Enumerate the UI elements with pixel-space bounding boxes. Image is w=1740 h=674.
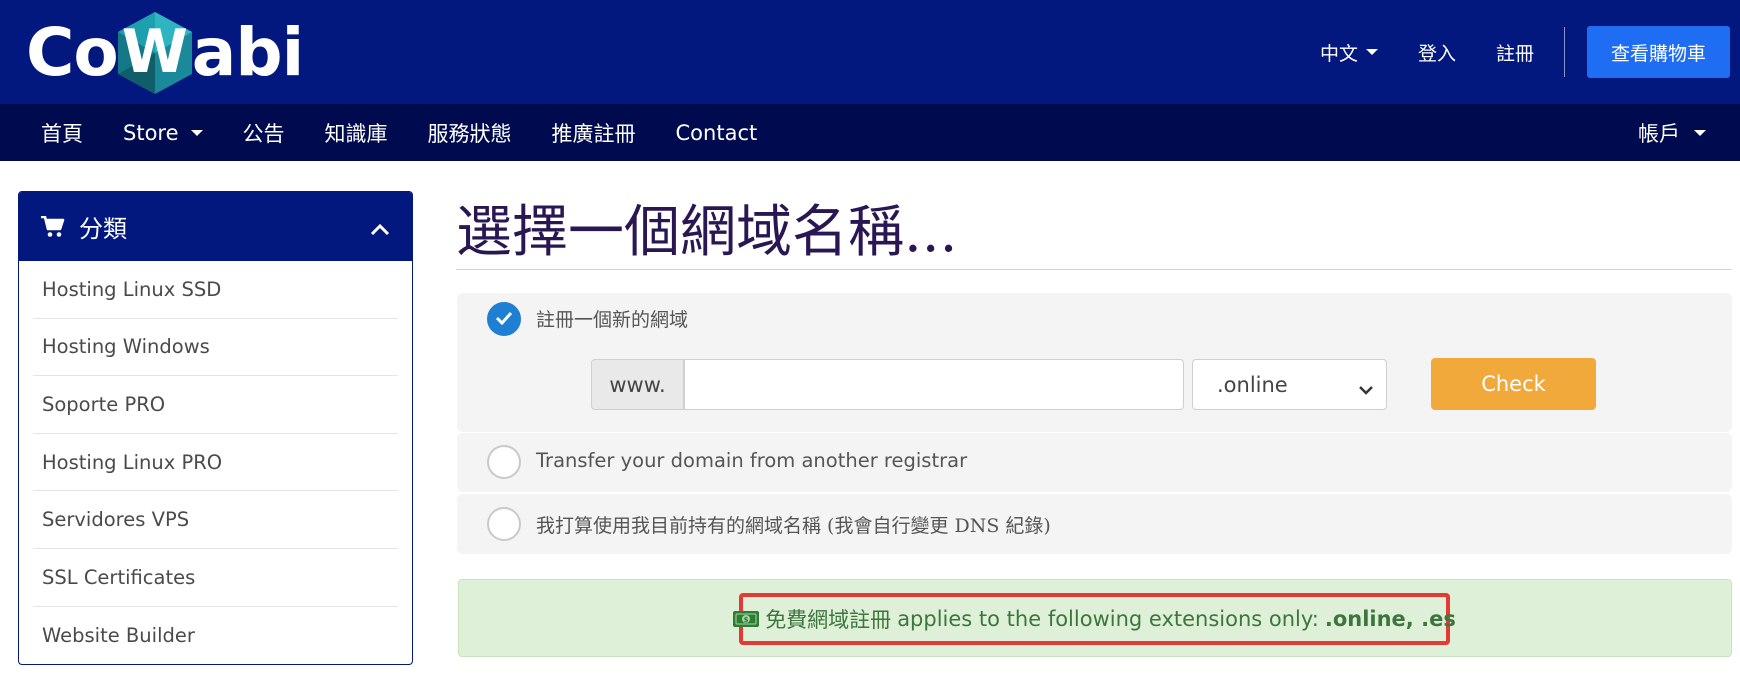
main-nav: 首頁 Store 公告 知識庫 服務狀態 推廣註冊 Contact 帳戶 xyxy=(0,104,1740,161)
title-divider xyxy=(456,269,1732,270)
sidebar-item-hosting-linux-pro[interactable]: Hosting Linux PRO xyxy=(33,434,398,492)
chevron-down-icon xyxy=(190,129,203,136)
sidebar-title: 分類 xyxy=(79,215,127,243)
nav-item-knowledgebase[interactable]: 知識庫 xyxy=(325,118,388,148)
sidebar-item-hosting-windows[interactable]: Hosting Windows xyxy=(33,319,398,377)
free-domain-promo: $ 免費網域註冊 applies to the following extens… xyxy=(458,579,1732,657)
logo-text-mid: W xyxy=(121,17,188,87)
tld-select[interactable]: .online xyxy=(1192,359,1387,410)
sidebar-item-soporte-pro[interactable]: Soporte PRO xyxy=(33,376,398,434)
register-option-label: 註冊一個新的網域 xyxy=(536,309,689,331)
own-domain-radio[interactable] xyxy=(487,507,521,541)
money-icon: $ xyxy=(733,611,760,627)
categories-sidebar: 分類 Hosting Linux SSD Hosting Windows Sop… xyxy=(18,191,413,665)
promo-free-label: 免費網域註冊 xyxy=(765,608,892,632)
account-dropdown[interactable]: 帳戶 xyxy=(1638,104,1706,161)
sidebar-item-ssl-certificates[interactable]: SSL Certificates xyxy=(33,549,398,607)
view-cart-button[interactable]: 查看購物車 xyxy=(1586,26,1730,78)
transfer-domain-option[interactable]: Transfer your domain from another regist… xyxy=(457,433,1732,492)
promo-extensions: .online, .es xyxy=(1324,607,1456,631)
logo[interactable]: Co W abi xyxy=(26,12,304,94)
logo-text-left: Co xyxy=(26,14,119,91)
register-link[interactable]: 註冊 xyxy=(1496,39,1534,66)
site-header: Co W abi 中文 登入 註冊 查看購物車 xyxy=(0,0,1740,104)
chevron-down-icon xyxy=(1358,377,1374,401)
language-dropdown[interactable]: 中文 xyxy=(1320,39,1378,66)
www-prefix: www. xyxy=(591,359,684,410)
sidebar-item-hosting-linux-ssd[interactable]: Hosting Linux SSD xyxy=(33,261,398,319)
transfer-radio[interactable] xyxy=(487,445,521,479)
chevron-down-icon xyxy=(1694,129,1706,136)
logo-hexagon-icon: W xyxy=(116,10,194,96)
nav-item-status[interactable]: 服務狀態 xyxy=(428,118,512,148)
own-domain-option-label: 我打算使用我目前持有的網域名稱 (我會自行變更 DNS 紀錄) xyxy=(536,515,1051,537)
chevron-up-icon[interactable] xyxy=(370,214,390,242)
promo-highlight: $ 免費網域註冊 applies to the following extens… xyxy=(733,593,1456,645)
register-domain-option: 註冊一個新的網域 www. .online Check xyxy=(457,293,1732,432)
domain-input[interactable] xyxy=(684,359,1184,410)
nav-item-store-label: Store xyxy=(123,120,179,145)
promo-text: applies to the following extensions only… xyxy=(897,607,1319,631)
register-radio[interactable] xyxy=(487,302,521,336)
page-title: 選擇一個網域名稱... xyxy=(456,200,958,265)
header-divider xyxy=(1563,27,1565,77)
sidebar-header[interactable]: 分類 xyxy=(19,192,412,261)
cart-icon xyxy=(41,215,65,238)
logo-text-right: abi xyxy=(191,14,304,91)
nav-item-contact[interactable]: Contact xyxy=(676,121,758,145)
chevron-down-icon xyxy=(1365,49,1378,55)
svg-text:$: $ xyxy=(744,616,749,624)
nav-item-affiliates[interactable]: 推廣註冊 xyxy=(552,118,636,148)
login-link[interactable]: 登入 xyxy=(1418,39,1456,66)
sidebar-item-website-builder[interactable]: Website Builder xyxy=(33,607,398,664)
check-button[interactable]: Check xyxy=(1431,358,1596,410)
account-label: 帳戶 xyxy=(1638,121,1680,146)
nav-item-announcements[interactable]: 公告 xyxy=(243,118,285,148)
language-label: 中文 xyxy=(1319,42,1358,65)
tld-selected-value: .online xyxy=(1217,372,1288,397)
nav-item-store[interactable]: Store xyxy=(123,121,203,145)
check-icon xyxy=(495,310,513,329)
own-domain-option[interactable]: 我打算使用我目前持有的網域名稱 (我會自行變更 DNS 紀錄) xyxy=(457,494,1732,554)
sidebar-item-servidores-vps[interactable]: Servidores VPS xyxy=(33,491,398,549)
nav-item-home[interactable]: 首頁 xyxy=(41,118,83,148)
transfer-option-label: Transfer your domain from another regist… xyxy=(536,449,968,472)
